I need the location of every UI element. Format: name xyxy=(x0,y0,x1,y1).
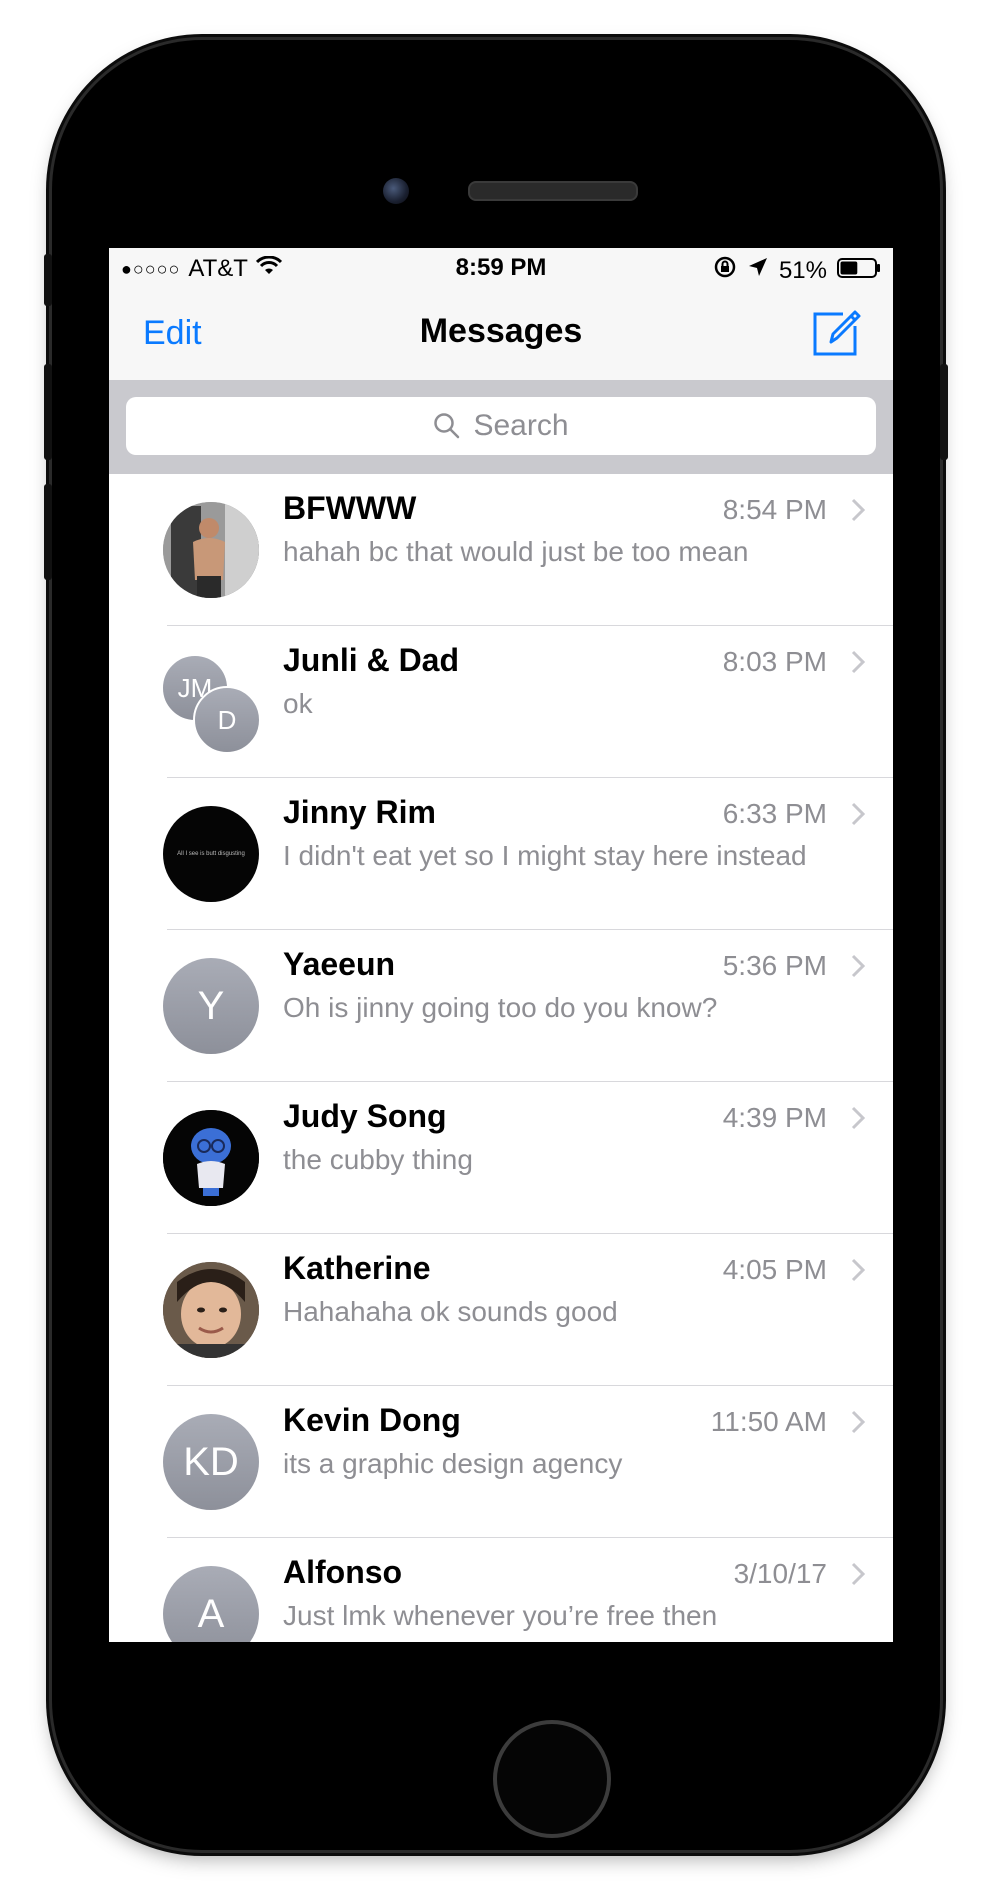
conversation-row[interactable]: Judy Song 4:39 PM the cubby thing xyxy=(109,1082,893,1234)
screen: ●○○○○ AT&T 8:59 PM 51% Edit Messages Sea… xyxy=(109,248,893,1642)
avatar-initials: KD xyxy=(163,1414,259,1510)
message-time: 6:33 PM xyxy=(722,798,827,829)
power-button xyxy=(940,364,948,460)
chevron-right-icon xyxy=(851,954,865,978)
conversation-row[interactable]: JM D Junli & Dad 8:03 PM ok xyxy=(109,626,893,778)
person-photo xyxy=(163,502,259,598)
message-preview: Hahahaha ok sounds good xyxy=(283,1296,618,1327)
message-time: 4:39 PM xyxy=(722,1102,827,1133)
avatar-initials: A xyxy=(163,1566,259,1642)
home-button[interactable] xyxy=(493,1720,611,1838)
conversation-row[interactable]: A Alfonso 3/10/17 Just lmk whenever you’… xyxy=(109,1538,893,1642)
conversation-row[interactable]: All I see is butt disgusting Jinny Rim 6… xyxy=(109,778,893,930)
avatar xyxy=(163,1110,259,1206)
search-bar: Search xyxy=(109,380,893,474)
earpiece-speaker xyxy=(468,181,638,201)
chevron-right-icon xyxy=(851,1258,865,1282)
contact-name: Alfonso xyxy=(283,1554,403,1590)
search-input[interactable]: Search xyxy=(126,397,876,455)
avatar-initials: Y xyxy=(163,958,259,1054)
status-right: 51% xyxy=(713,255,881,286)
search-placeholder: Search xyxy=(473,409,569,442)
chevron-right-icon xyxy=(851,498,865,522)
contact-name: BFWWW xyxy=(283,490,417,526)
message-preview: Just lmk whenever you’re free then xyxy=(283,1600,718,1631)
cartoon-character-image xyxy=(163,1110,259,1206)
volume-down-button xyxy=(44,484,52,580)
battery-icon xyxy=(837,257,881,285)
chevron-right-icon xyxy=(851,650,865,674)
compose-button[interactable] xyxy=(809,306,863,360)
conversation-list: BFWWW 8:54 PM hahah bc that would just b… xyxy=(109,474,893,1642)
message-time: 8:54 PM xyxy=(722,494,827,525)
message-time: 3/10/17 xyxy=(733,1558,827,1589)
message-preview: I didn't eat yet so I might stay here in… xyxy=(283,840,807,871)
avatar-initials: D xyxy=(193,686,261,754)
chevron-right-icon xyxy=(851,802,865,826)
contact-name: Kevin Dong xyxy=(283,1402,461,1438)
message-time: 4:05 PM xyxy=(722,1254,827,1285)
group-avatar: JM D xyxy=(161,654,261,754)
volume-up-button xyxy=(44,364,52,460)
page-title: Messages xyxy=(419,312,583,350)
message-time: 8:03 PM xyxy=(722,646,827,677)
rotation-lock-icon xyxy=(713,255,737,286)
location-arrow-icon xyxy=(747,256,769,285)
front-camera xyxy=(383,178,409,204)
conversation-row[interactable]: BFWWW 8:54 PM hahah bc that would just b… xyxy=(109,474,893,626)
contact-name: Jinny Rim xyxy=(283,794,436,830)
message-preview: hahah bc that would just be too mean xyxy=(283,536,749,567)
avatar xyxy=(163,1262,259,1358)
message-time: 11:50 AM xyxy=(710,1406,827,1437)
avatar xyxy=(163,502,259,598)
conversation-row[interactable]: KD Kevin Dong 11:50 AM its a graphic des… xyxy=(109,1386,893,1538)
status-bar: ●○○○○ AT&T 8:59 PM 51% xyxy=(109,248,893,288)
chevron-right-icon xyxy=(851,1410,865,1434)
chevron-right-icon xyxy=(851,1106,865,1130)
contact-name: Yaeeun xyxy=(283,946,396,982)
navigation-bar: Edit Messages xyxy=(109,288,893,380)
battery-percent: 51% xyxy=(778,256,827,284)
conversation-row[interactable]: Y Yaeeun 5:36 PM Oh is jinny going too d… xyxy=(109,930,893,1082)
search-icon xyxy=(434,413,460,439)
compose-icon xyxy=(813,310,861,356)
avatar: All I see is butt disgusting xyxy=(163,806,259,902)
mute-switch xyxy=(44,254,52,306)
message-preview: the cubby thing xyxy=(283,1144,473,1175)
contact-name: Junli & Dad xyxy=(283,642,460,678)
message-preview: its a graphic design agency xyxy=(283,1448,623,1479)
avatar-caption: All I see is butt disgusting xyxy=(177,851,245,857)
contact-name: Judy Song xyxy=(283,1098,447,1134)
chevron-right-icon xyxy=(851,1562,865,1586)
person-photo xyxy=(163,1262,259,1358)
message-time: 5:36 PM xyxy=(722,950,827,981)
contact-name: Katherine xyxy=(283,1250,431,1286)
message-preview: ok xyxy=(283,688,313,719)
message-preview: Oh is jinny going too do you know? xyxy=(283,992,718,1023)
conversation-row[interactable]: Katherine 4:05 PM Hahahaha ok sounds goo… xyxy=(109,1234,893,1386)
